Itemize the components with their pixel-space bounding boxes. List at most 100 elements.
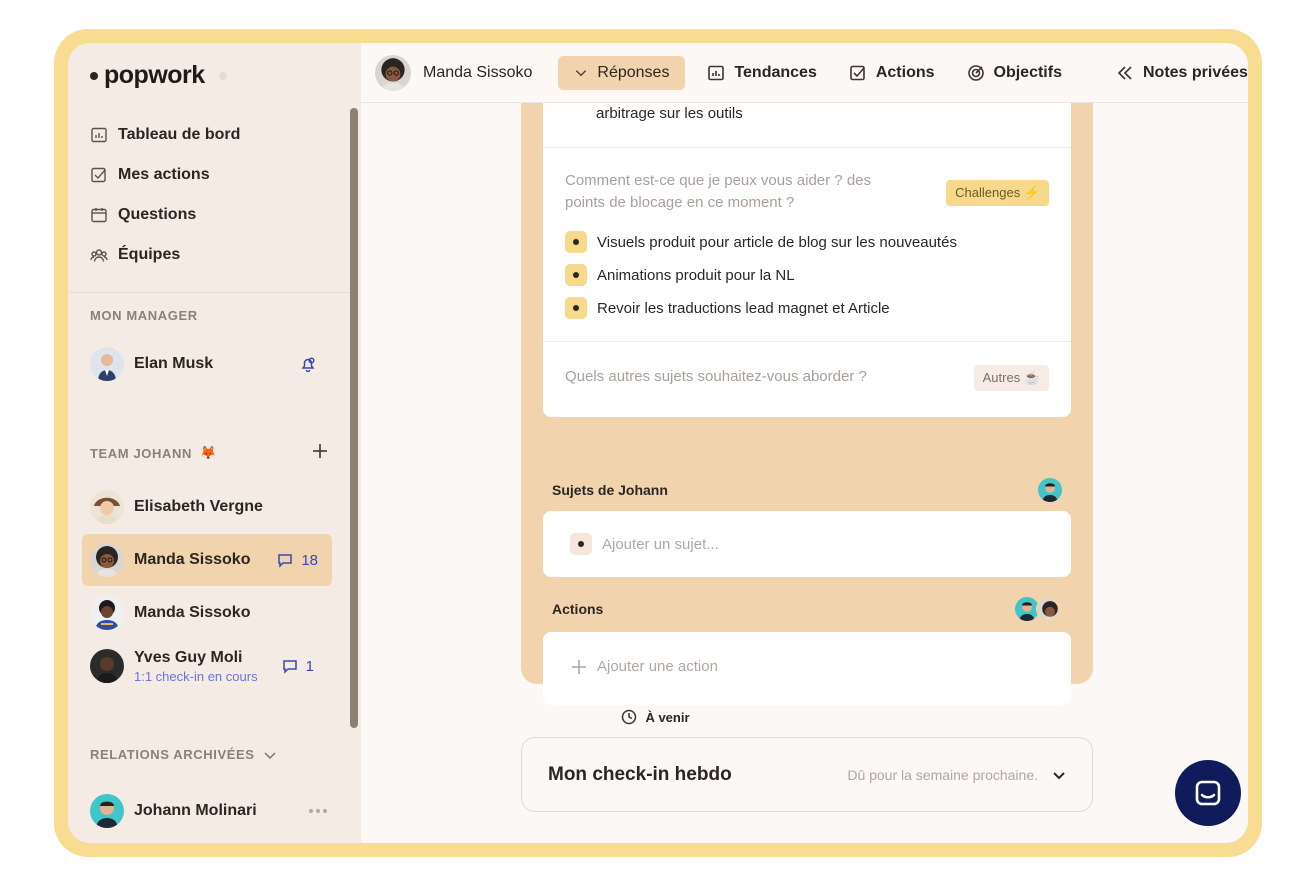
add-subject-panel[interactable]: Ajouter un sujet...	[543, 511, 1071, 577]
top-bar: Manda Sissoko Réponses Tendances Actions…	[361, 43, 1248, 103]
team-member-item[interactable]: Yves Guy Moli 1:1 check-in en cours 1	[82, 640, 332, 692]
comment-count[interactable]: 1	[282, 658, 314, 675]
logo-text: popwork	[104, 61, 205, 89]
question-line: Comment est-ce que je peux vous aider ? …	[565, 172, 871, 189]
sidebar-scrollbar[interactable]	[350, 108, 358, 728]
logo-indicator	[218, 71, 227, 80]
add-action-panel[interactable]: Ajouter une action	[543, 632, 1071, 705]
avatar	[90, 490, 124, 524]
archived-item[interactable]: Johann Molinari	[82, 785, 332, 837]
archived-section-label: RELATIONS ARCHIVÉES	[90, 747, 255, 762]
comment-count-value: 18	[301, 551, 318, 569]
archived-section-title[interactable]: RELATIONS ARCHIVÉES	[90, 747, 277, 762]
question-block-other: Quels autres sujets souhaitez-vous abord…	[543, 341, 1071, 417]
actions-title: Actions	[552, 601, 604, 617]
tab-objectives[interactable]: Objectifs	[951, 56, 1078, 90]
avatar	[375, 54, 411, 91]
avatar	[1038, 478, 1062, 502]
manager-name: Elan Musk	[134, 355, 214, 372]
bullet-icon	[565, 297, 587, 319]
nav-item-label: Questions	[118, 206, 197, 223]
one-on-one-card: arbitrage sur les outils Comment est-ce …	[521, 103, 1093, 705]
chevron-down-icon[interactable]	[1052, 768, 1066, 782]
chat-launcher-button[interactable]	[1175, 760, 1241, 826]
archived-name: Johann Molinari	[134, 802, 257, 819]
main-nav: Tableau de bord Mes actions Questions Éq…	[90, 115, 340, 275]
answer-item: Animations produit pour la NL	[565, 264, 795, 286]
bell-clock-icon	[301, 357, 315, 372]
member-text: Yves Guy Moli 1:1 check-in en cours	[134, 649, 258, 684]
comment-icon	[282, 660, 297, 674]
manager-section-label: MON MANAGER	[90, 308, 198, 323]
tab-label: Réponses	[597, 63, 670, 81]
tab-label: Tendances	[734, 63, 817, 81]
bullet-icon	[565, 264, 587, 286]
member-name: Manda Sissoko	[134, 551, 251, 568]
tab-trends[interactable]: Tendances	[691, 56, 832, 90]
tab-private-notes[interactable]: Notes privées	[1100, 56, 1248, 90]
team-section-title: TEAM JOHANN 🦊	[90, 445, 217, 461]
answers-panel: arbitrage sur les outils Comment est-ce …	[543, 103, 1071, 417]
tab-actions[interactable]: Actions	[833, 56, 951, 90]
answer-text: Revoir les traductions lead magnet et Ar…	[597, 299, 890, 317]
add-subject-input[interactable]: Ajouter un sujet...	[570, 533, 719, 555]
double-chevron-left-icon	[1117, 65, 1132, 80]
nav-item-label: Tableau de bord	[118, 126, 241, 143]
nav-item-questions[interactable]: Questions	[90, 195, 340, 235]
team-member-item-active[interactable]: Manda Sissoko 18	[82, 534, 332, 586]
checkbox-icon	[850, 65, 865, 80]
tab-responses[interactable]: Réponses	[558, 55, 686, 90]
weekly-checkin-row[interactable]: Mon check-in hebdo Dû pour la semaine pr…	[521, 737, 1093, 812]
comment-count-value: 1	[305, 657, 314, 675]
app-window: popwork Tableau de bord Mes actions Ques…	[68, 43, 1248, 843]
top-user[interactable]: Manda Sissoko	[375, 54, 532, 91]
challenges-tag: Challenges ⚡	[946, 180, 1049, 206]
nav-item-my-actions[interactable]: Mes actions	[90, 155, 340, 195]
logo-dot	[90, 71, 98, 80]
member-name: Elisabeth Vergne	[134, 498, 263, 515]
answer-text: Animations produit pour la NL	[597, 266, 795, 284]
member-name: Manda Sissoko	[134, 604, 251, 621]
upcoming-label: À venir	[645, 709, 690, 725]
chart-icon	[91, 127, 107, 143]
avatar	[90, 347, 124, 381]
nav-item-label: Équipes	[118, 246, 181, 263]
chat-icon	[1195, 780, 1221, 806]
add-member-button[interactable]	[310, 441, 330, 461]
answer-text: Visuels produit pour article de blog sur…	[597, 233, 957, 251]
comment-icon	[278, 554, 293, 568]
more-options-button[interactable]	[308, 808, 328, 814]
logo[interactable]: popwork	[90, 61, 227, 90]
nav-item-teams[interactable]: Équipes	[90, 235, 340, 275]
question-block-challenges: Comment est-ce que je peux vous aider ? …	[543, 147, 1071, 341]
tab-label: Actions	[875, 63, 935, 81]
plus-icon	[572, 659, 586, 674]
team-member-item[interactable]: Elisabeth Vergne	[82, 481, 332, 533]
answer-item: Revoir les traductions lead magnet et Ar…	[565, 297, 890, 319]
plus-icon	[313, 444, 327, 458]
nav-item-label: Mes actions	[118, 166, 210, 183]
add-action-placeholder: Ajouter une action	[597, 658, 718, 675]
fox-emoji-icon: 🦊	[199, 445, 217, 460]
chart-icon	[708, 65, 725, 80]
sidebar-divider	[68, 292, 350, 293]
add-subject-placeholder: Ajouter un sujet...	[602, 535, 719, 553]
upcoming-divider: À venir	[212, 709, 1099, 725]
nav-item-dashboard[interactable]: Tableau de bord	[90, 115, 340, 155]
bullet-icon	[565, 231, 587, 253]
comment-count[interactable]: 18	[277, 552, 318, 569]
notify-bell-button[interactable]	[300, 356, 316, 372]
checkbox-icon	[91, 167, 106, 183]
checkin-due-text: Dû pour la semaine prochaine.	[847, 766, 1038, 783]
target-icon	[967, 64, 984, 81]
team-section-label: TEAM JOHANN	[90, 445, 192, 461]
clock-icon	[622, 709, 637, 725]
team-member-item[interactable]: Manda Sissoko	[82, 587, 332, 639]
manager-item[interactable]: Elan Musk	[82, 338, 332, 390]
avatar	[90, 596, 124, 630]
checkin-due: Dû pour la semaine prochaine.	[847, 767, 1066, 783]
checkin-title: Mon check-in hebdo	[548, 763, 732, 785]
member-name: Yves Guy Moli	[134, 648, 243, 666]
more-horizontal-icon	[309, 809, 327, 813]
add-action-input[interactable]: Ajouter une action	[571, 658, 718, 675]
